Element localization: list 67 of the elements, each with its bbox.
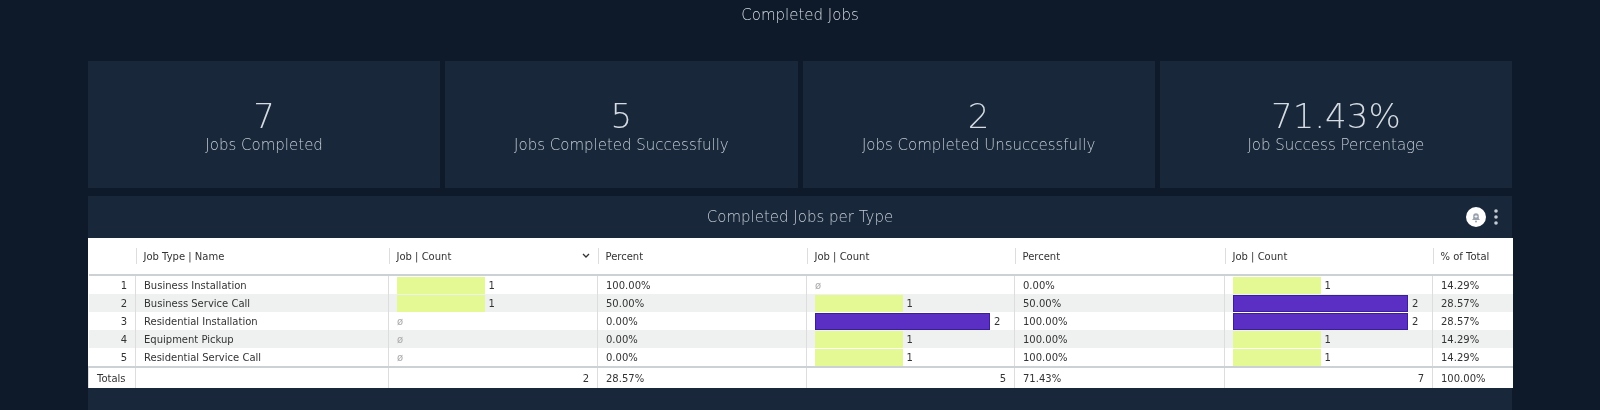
count-value: 1 [488, 279, 495, 291]
row-number: 5 [120, 351, 127, 363]
table-cell: Residential Installation [144, 315, 258, 327]
table-cell: 100.00% [1023, 315, 1068, 327]
kpi-value: 2 [967, 95, 990, 136]
table-cell: Equipment Pickup [144, 333, 234, 345]
count-value: 1 [1324, 333, 1331, 345]
column-header[interactable]: % of Total [1440, 250, 1490, 262]
panel-title: Completed Jobs per Type [706, 208, 894, 226]
more-menu-icon[interactable] [1494, 209, 1498, 225]
table-cell: 28.57% [1441, 297, 1480, 309]
kpi-value: 7 [253, 95, 275, 136]
column-header[interactable]: Job | Count [396, 250, 452, 262]
null-value: ø [815, 279, 822, 291]
row-number: 4 [120, 333, 127, 345]
caret-icon[interactable] [581, 253, 590, 259]
kpi-value: 5 [610, 95, 633, 136]
table-cell: Residential Service Call [144, 351, 262, 363]
column-header[interactable]: Percent [1022, 250, 1061, 262]
row-number: 1 [120, 279, 127, 291]
total-value: 7 [1417, 372, 1424, 384]
kpi-label: Jobs Completed Unsuccessfully [861, 135, 1096, 154]
kpi-value: 71.43% [1271, 95, 1401, 136]
total-value: 71.43% [1023, 372, 1062, 384]
table-cell: 28.57% [1441, 315, 1480, 327]
total-value: 5 [999, 372, 1006, 384]
count-value: 2 [1412, 297, 1419, 309]
table-cell: 50.00% [1023, 297, 1062, 309]
null-value: ø [397, 333, 404, 345]
total-value: 100.00% [1441, 372, 1486, 384]
count-value: 1 [1324, 351, 1331, 363]
table-cell: 0.00% [606, 333, 638, 345]
total-value: 2 [582, 372, 589, 384]
table-cell: 100.00% [606, 279, 651, 291]
column-header[interactable]: Job Type | Name [143, 250, 225, 262]
table-cell: 0.00% [1023, 279, 1055, 291]
table-cell: 14.29% [1441, 333, 1480, 345]
dashboard-title: Completed Jobs [740, 5, 860, 26]
table-cell: 100.00% [1023, 351, 1068, 363]
kpi-label: Jobs Completed [205, 135, 323, 154]
alert-bell-icon[interactable] [1466, 207, 1486, 227]
table-cell: 0.00% [606, 315, 638, 327]
count-value: 1 [906, 297, 913, 309]
totals-label: Totals [97, 372, 126, 384]
count-value: 2 [1412, 315, 1419, 327]
table-cell: Business Service Call [144, 297, 251, 309]
kpi-label: Jobs Completed Successfully [514, 135, 729, 154]
total-value: 28.57% [606, 372, 645, 384]
table-cell: Business Installation [144, 279, 247, 291]
row-number: 2 [120, 297, 127, 309]
column-header[interactable]: Job | Count [1232, 250, 1288, 262]
null-value: ø [397, 351, 404, 363]
count-value: 1 [1324, 279, 1331, 291]
table-cell: 100.00% [1023, 333, 1068, 345]
table-cell: 50.00% [606, 297, 645, 309]
null-value: ø [397, 315, 404, 327]
column-header[interactable]: Percent [605, 250, 644, 262]
row-number: 3 [120, 315, 127, 327]
column-header[interactable]: Job | Count [814, 250, 870, 262]
kpi-label: Job Success Percentage [1247, 135, 1425, 154]
table-cell: 0.00% [606, 351, 638, 363]
count-value: 2 [994, 315, 1001, 327]
table-cell: 14.29% [1441, 351, 1480, 363]
table-cell: 14.29% [1441, 279, 1480, 291]
count-value: 1 [906, 333, 913, 345]
count-value: 1 [488, 297, 495, 309]
count-value: 1 [906, 351, 913, 363]
